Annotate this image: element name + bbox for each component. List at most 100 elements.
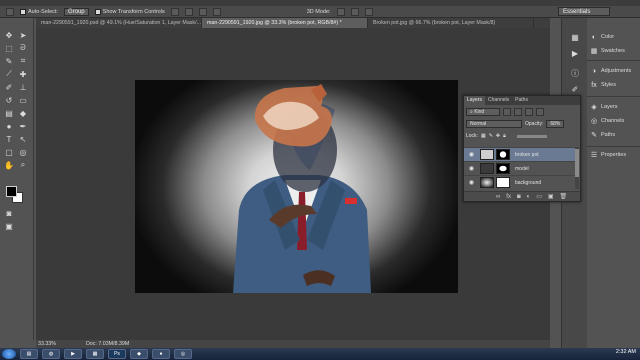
marquee-tool-icon[interactable]: ⬚ (4, 43, 14, 53)
lock-paint-icon[interactable]: ✎ (489, 133, 493, 139)
lock-transparent-icon[interactable]: ▦ (481, 133, 486, 139)
blend-mode-dropdown[interactable]: Normal (466, 120, 522, 128)
new-group-icon[interactable]: ▭ (536, 193, 542, 200)
taskbar-media-icon[interactable]: ▶ (64, 349, 82, 359)
layer-mask-thumbnail[interactable] (496, 177, 510, 188)
transform-controls-option[interactable]: Show Transform Controls (94, 8, 165, 15)
taskbar-app-icon[interactable]: ◆ (130, 349, 148, 359)
align-top-icon[interactable] (170, 7, 179, 16)
path-select-tool-icon[interactable]: ↖ (18, 134, 28, 144)
shape-tool-icon[interactable]: ▢ (4, 147, 14, 157)
transform-controls-checkbox[interactable] (94, 8, 101, 15)
new-layer-icon[interactable]: ▣ (548, 193, 554, 200)
tab-paths[interactable]: Paths (512, 96, 531, 105)
3d-rotate-icon[interactable] (336, 7, 345, 16)
filter-kind-dropdown[interactable]: ⌕ Kind (466, 108, 500, 116)
filter-shape-icon[interactable] (536, 108, 544, 116)
opacity-field[interactable]: 68% (546, 120, 565, 128)
add-mask-icon[interactable]: ◙ (517, 194, 521, 200)
start-button-icon[interactable] (2, 349, 16, 359)
link-layers-icon[interactable]: ∞ (496, 194, 500, 200)
layers-panel-footer: ∞ fx ◙ ◐ ▭ ▣ 🗑︎ (464, 191, 580, 201)
paths-icon: ✎ (591, 132, 597, 139)
align-bottom-icon[interactable] (198, 7, 207, 16)
lasso-tool-icon[interactable]: ᘐ (18, 43, 28, 53)
info-icon[interactable]: ⓘ (570, 68, 580, 78)
tab-psd[interactable]: man-2290591_1920.psd @ 49.1% (Hue/Satura… (36, 18, 202, 28)
zoom-tool-icon[interactable]: ⌕ (18, 160, 28, 170)
clone-stamp-tool-icon[interactable]: ⊥ (18, 82, 28, 92)
actions-icon[interactable]: ▶ (570, 48, 580, 58)
taskbar-app-icon[interactable]: ● (152, 349, 170, 359)
taskbar-folder-icon[interactable]: ▦ (86, 349, 104, 359)
adjustment-layer-icon[interactable]: ◐ (527, 194, 531, 200)
layer-row[interactable]: ◉ background (464, 175, 576, 189)
3d-roll-icon[interactable] (350, 7, 359, 16)
quick-select-tool-icon[interactable]: ✎ (4, 56, 14, 66)
pen-tool-icon[interactable]: ✒ (18, 121, 28, 131)
delete-layer-icon[interactable]: 🗑︎ (560, 193, 568, 200)
layer-mask-thumbnail[interactable] (496, 163, 510, 174)
panel-paths[interactable]: ✎ Paths (587, 128, 640, 142)
tab-jpg-active[interactable]: man-2290591_1920.jpg @ 33.3% (broken pot… (202, 18, 368, 28)
taskbar-explorer-icon[interactable]: ▤ (20, 349, 38, 359)
eyedropper-tool-icon[interactable]: ⟋ (4, 69, 14, 79)
opacity-slider[interactable] (516, 134, 547, 138)
filter-type-icon[interactable] (525, 108, 533, 116)
taskbar-photoshop-icon[interactable]: Ps (108, 349, 126, 359)
filter-adjustment-icon[interactable] (514, 108, 522, 116)
move-tool-icon[interactable]: ✥ (4, 30, 14, 40)
panel-adjustments[interactable]: ◑ Adjustments (587, 64, 640, 78)
document-canvas[interactable] (135, 80, 458, 293)
3d-pan-icon[interactable] (364, 7, 373, 16)
healing-tool-icon[interactable]: ✚ (18, 69, 28, 79)
auto-select-dropdown[interactable]: Group (63, 7, 89, 16)
foreground-color-swatch[interactable] (6, 186, 17, 197)
panel-styles[interactable]: fx Styles (587, 78, 640, 92)
visibility-eye-icon[interactable]: ◉ (467, 164, 476, 173)
gradient-tool-icon[interactable]: ▤ (4, 108, 14, 118)
panel-properties[interactable]: ☰ Properties (587, 148, 640, 162)
workspace-dropdown[interactable]: Essentials (558, 7, 610, 16)
taskbar-app-icon[interactable]: ◎ (174, 349, 192, 359)
dodge-tool-icon[interactable]: ● (4, 121, 14, 131)
tab-broken-pot[interactable]: Broken pot.jpg @ 66.7% (broken pot, Laye… (368, 18, 534, 28)
3d-tool-icon[interactable]: ◎ (18, 147, 28, 157)
history-icon[interactable]: ▦ (570, 32, 580, 42)
zoom-level[interactable]: 33.33% (38, 341, 56, 347)
panel-swatches[interactable]: ▦ Swatches (587, 44, 640, 58)
brush-preset-icon[interactable]: ✐ (570, 84, 580, 94)
eraser-tool-icon[interactable]: ▭ (18, 95, 28, 105)
filter-pixel-icon[interactable] (503, 108, 511, 116)
artboard-tool-icon[interactable]: ➤ (18, 30, 28, 40)
screen-mode-icon[interactable]: ▣ (4, 221, 14, 231)
tab-layers[interactable]: Layers (464, 96, 486, 105)
align-middle-icon[interactable] (184, 7, 193, 16)
brush-tool-icon[interactable]: ✐ (4, 82, 14, 92)
taskbar-clock[interactable]: 2:32 AM (616, 349, 636, 355)
layer-mask-thumbnail[interactable] (496, 149, 510, 160)
visibility-eye-icon[interactable]: ◉ (467, 150, 476, 159)
quick-mask-icon[interactable]: ◙ (4, 208, 14, 218)
auto-select-option[interactable]: Auto-Select: (20, 8, 58, 15)
layers-scrollbar[interactable] (575, 147, 579, 189)
distribute-icon[interactable] (212, 7, 221, 16)
lock-all-icon[interactable]: 🔒︎ (503, 133, 506, 139)
lock-position-icon[interactable]: ✥ (496, 133, 500, 139)
auto-select-checkbox[interactable] (20, 8, 26, 15)
panel-channels[interactable]: ◎ Channels (587, 114, 640, 128)
blur-tool-icon[interactable]: ◆ (18, 108, 28, 118)
type-tool-icon[interactable]: T (4, 134, 14, 144)
layer-row[interactable]: ◉ model (464, 161, 576, 175)
panel-color[interactable]: ◐ Color (587, 30, 640, 44)
hand-tool-icon[interactable]: ✋ (4, 160, 14, 170)
layer-row[interactable]: ◉ broken pot (464, 147, 576, 161)
layer-style-icon[interactable]: fx (506, 194, 511, 200)
history-brush-tool-icon[interactable]: ↺ (4, 95, 14, 105)
move-tool-preset-icon[interactable] (6, 7, 14, 16)
crop-tool-icon[interactable]: ⌗ (18, 56, 28, 66)
taskbar-browser-icon[interactable]: ◍ (42, 349, 60, 359)
visibility-eye-icon[interactable]: ◉ (467, 178, 476, 187)
panel-layers[interactable]: ◈ Layers (587, 100, 640, 114)
tab-channels[interactable]: Channels (485, 96, 512, 105)
